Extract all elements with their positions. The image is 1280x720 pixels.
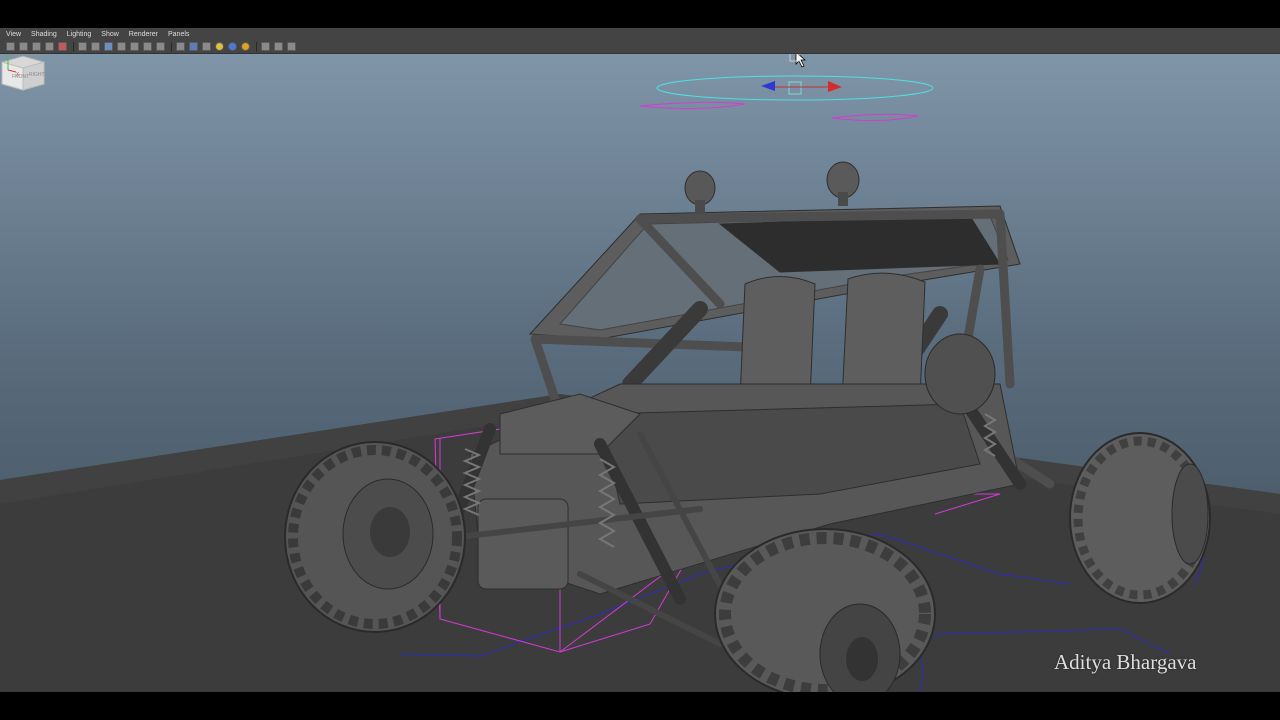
xray-icon[interactable] xyxy=(143,42,152,51)
wheel-front-left xyxy=(284,441,466,633)
film-gate-icon[interactable] xyxy=(189,42,198,51)
menu-panels[interactable]: Panels xyxy=(168,31,189,38)
menu-show[interactable]: Show xyxy=(101,31,119,38)
wireframe-icon[interactable] xyxy=(78,42,87,51)
scene-render xyxy=(0,54,1280,692)
axis-gizmo: Y X xyxy=(6,55,20,78)
move-manipulator xyxy=(656,75,934,101)
lights-icon[interactable] xyxy=(117,42,126,51)
grid-icon[interactable] xyxy=(58,42,67,51)
axis-y-label: Y xyxy=(6,55,10,61)
menu-shading[interactable]: Shading xyxy=(31,31,57,38)
mouse-cursor-icon xyxy=(789,54,807,68)
image-plane-icon[interactable] xyxy=(45,42,54,51)
wheel-front-right xyxy=(714,528,936,692)
letterbox-top xyxy=(0,0,1280,28)
frame-icon[interactable] xyxy=(274,42,283,51)
wheel-rear-left xyxy=(924,333,996,415)
textured-icon[interactable] xyxy=(104,42,113,51)
panel-toolbar xyxy=(0,40,1280,54)
toolbar-separator xyxy=(256,41,257,52)
shadows-icon[interactable] xyxy=(130,42,139,51)
viewcube-right-label[interactable]: RIGHT xyxy=(29,72,45,78)
menu-view[interactable]: View xyxy=(6,31,21,38)
wheel-rear-right xyxy=(1069,432,1211,604)
roof-lights xyxy=(684,161,860,214)
default-light-icon[interactable] xyxy=(228,42,237,51)
all-lights-icon[interactable] xyxy=(241,42,250,51)
letterbox-bottom xyxy=(0,692,1280,720)
menu-lighting[interactable]: Lighting xyxy=(67,31,92,38)
watermark-text: Aditya Bhargava xyxy=(1054,650,1197,674)
camera-attrs-icon[interactable] xyxy=(19,42,28,51)
resolution-gate-icon[interactable] xyxy=(176,42,185,51)
axis-x-label: X xyxy=(16,72,20,78)
perspective-viewport[interactable]: FRONT RIGHT Y X Aditya Bhargava xyxy=(0,54,1280,692)
safe-area-icon[interactable] xyxy=(202,42,211,51)
seat-right xyxy=(841,272,926,403)
seat-left xyxy=(739,276,816,400)
select-icon[interactable] xyxy=(261,42,270,51)
smooth-shade-icon[interactable] xyxy=(91,42,100,51)
isolate-icon[interactable] xyxy=(156,42,165,51)
menu-renderer[interactable]: Renderer xyxy=(129,31,158,38)
light-bulb-icon[interactable] xyxy=(215,42,224,51)
share-icon[interactable] xyxy=(287,42,296,51)
panel-menu-bar: View Shading Lighting Show Renderer Pane… xyxy=(0,28,1280,40)
camera-icon[interactable] xyxy=(6,42,15,51)
toolbar-separator xyxy=(171,41,172,52)
bookmark-icon[interactable] xyxy=(32,42,41,51)
toolbar-separator xyxy=(73,41,74,52)
